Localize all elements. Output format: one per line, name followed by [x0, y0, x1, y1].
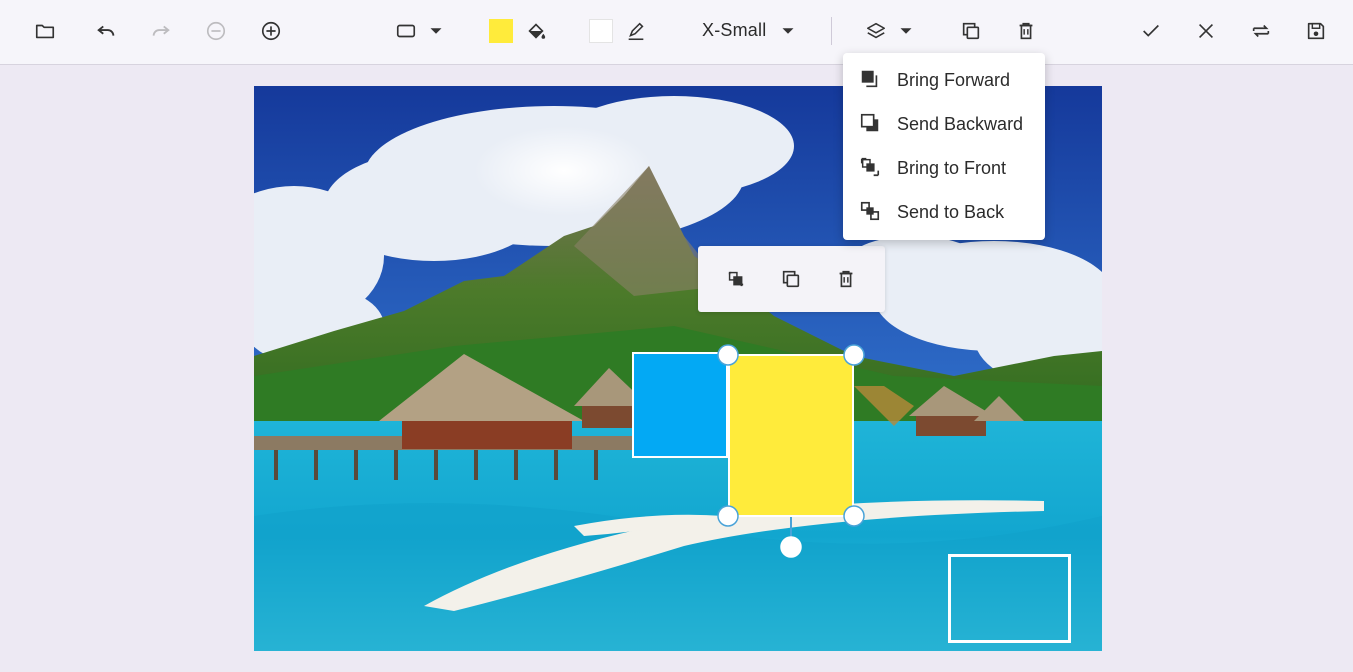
fill-button[interactable] — [519, 14, 553, 48]
zoom-out-button[interactable] — [199, 14, 233, 48]
layers-icon — [866, 22, 886, 39]
layer-order-icon — [728, 271, 744, 287]
quick-access-toolbar — [698, 246, 885, 312]
fill-color-swatch[interactable] — [489, 19, 513, 43]
menu-item-send-to-back[interactable]: Send to Back — [843, 189, 1045, 233]
yellow-rectangle-shape[interactable] — [728, 354, 854, 517]
shape-dropdown[interactable] — [419, 14, 453, 48]
duplicate-icon — [962, 22, 980, 40]
zoom-out-icon — [206, 21, 226, 41]
menu-item-label: Bring Forward — [897, 70, 1011, 90]
quick-layer-order-button[interactable] — [719, 262, 753, 296]
redo-icon — [152, 25, 170, 36]
redo-button[interactable] — [144, 14, 178, 48]
folder-open-icon — [35, 24, 55, 39]
zoom-in-icon — [261, 21, 281, 41]
layers-dropdown[interactable] — [889, 14, 923, 48]
menu-item-label: Send Backward — [897, 114, 1024, 134]
stroke-size-select[interactable]: X-Small — [702, 20, 766, 41]
menu-item-label: Send to Back — [897, 202, 1005, 222]
reset-button[interactable] — [1244, 14, 1278, 48]
delete-icon — [839, 270, 853, 288]
quick-duplicate-button[interactable] — [774, 262, 808, 296]
delete-button[interactable] — [1009, 14, 1043, 48]
open-button[interactable] — [28, 14, 62, 48]
chevron-down-icon — [430, 28, 442, 34]
send-to-back-icon — [860, 201, 880, 221]
toolbar-divider — [831, 17, 832, 45]
cancel-button[interactable] — [1189, 14, 1223, 48]
editor-toolbar: X-Small — [0, 0, 1353, 65]
save-button[interactable] — [1299, 14, 1333, 48]
duplicate-icon — [782, 270, 800, 288]
menu-item-label: Bring to Front — [897, 158, 1007, 178]
confirm-check-icon — [1143, 24, 1159, 37]
chevron-down-icon — [900, 28, 912, 34]
confirm-button[interactable] — [1134, 14, 1168, 48]
white-rectangle-shape[interactable] — [948, 554, 1071, 643]
reset-icon — [1252, 24, 1270, 38]
send-backward-icon — [860, 113, 879, 132]
quick-delete-button[interactable] — [829, 262, 863, 296]
bring-to-front-icon — [860, 157, 880, 177]
stroke-button[interactable] — [619, 14, 653, 48]
zoom-in-button[interactable] — [254, 14, 288, 48]
layer-order-menu: Bring Forward Send Backward Bring to Fro… — [843, 53, 1045, 240]
chevron-down-icon — [782, 28, 794, 34]
rectangle-shape-icon — [396, 24, 416, 38]
undo-icon — [97, 25, 115, 36]
delete-icon — [1019, 22, 1033, 40]
layers-button[interactable] — [859, 14, 893, 48]
shape-button[interactable] — [389, 14, 423, 48]
fill-icon — [528, 23, 546, 39]
bring-forward-icon — [861, 70, 878, 88]
menu-item-send-backward[interactable]: Send Backward — [843, 101, 1045, 145]
cancel-close-icon — [1198, 23, 1214, 39]
stroke-size-dropdown[interactable] — [771, 14, 805, 48]
stroke-pen-icon — [628, 22, 644, 41]
menu-item-bring-to-front[interactable]: Bring to Front — [843, 145, 1045, 189]
undo-button[interactable] — [89, 14, 123, 48]
duplicate-button[interactable] — [954, 14, 988, 48]
menu-item-bring-forward[interactable]: Bring Forward — [843, 57, 1045, 101]
blue-rectangle-shape[interactable] — [632, 352, 728, 458]
save-icon — [1307, 22, 1325, 40]
stroke-color-swatch[interactable] — [589, 19, 613, 43]
